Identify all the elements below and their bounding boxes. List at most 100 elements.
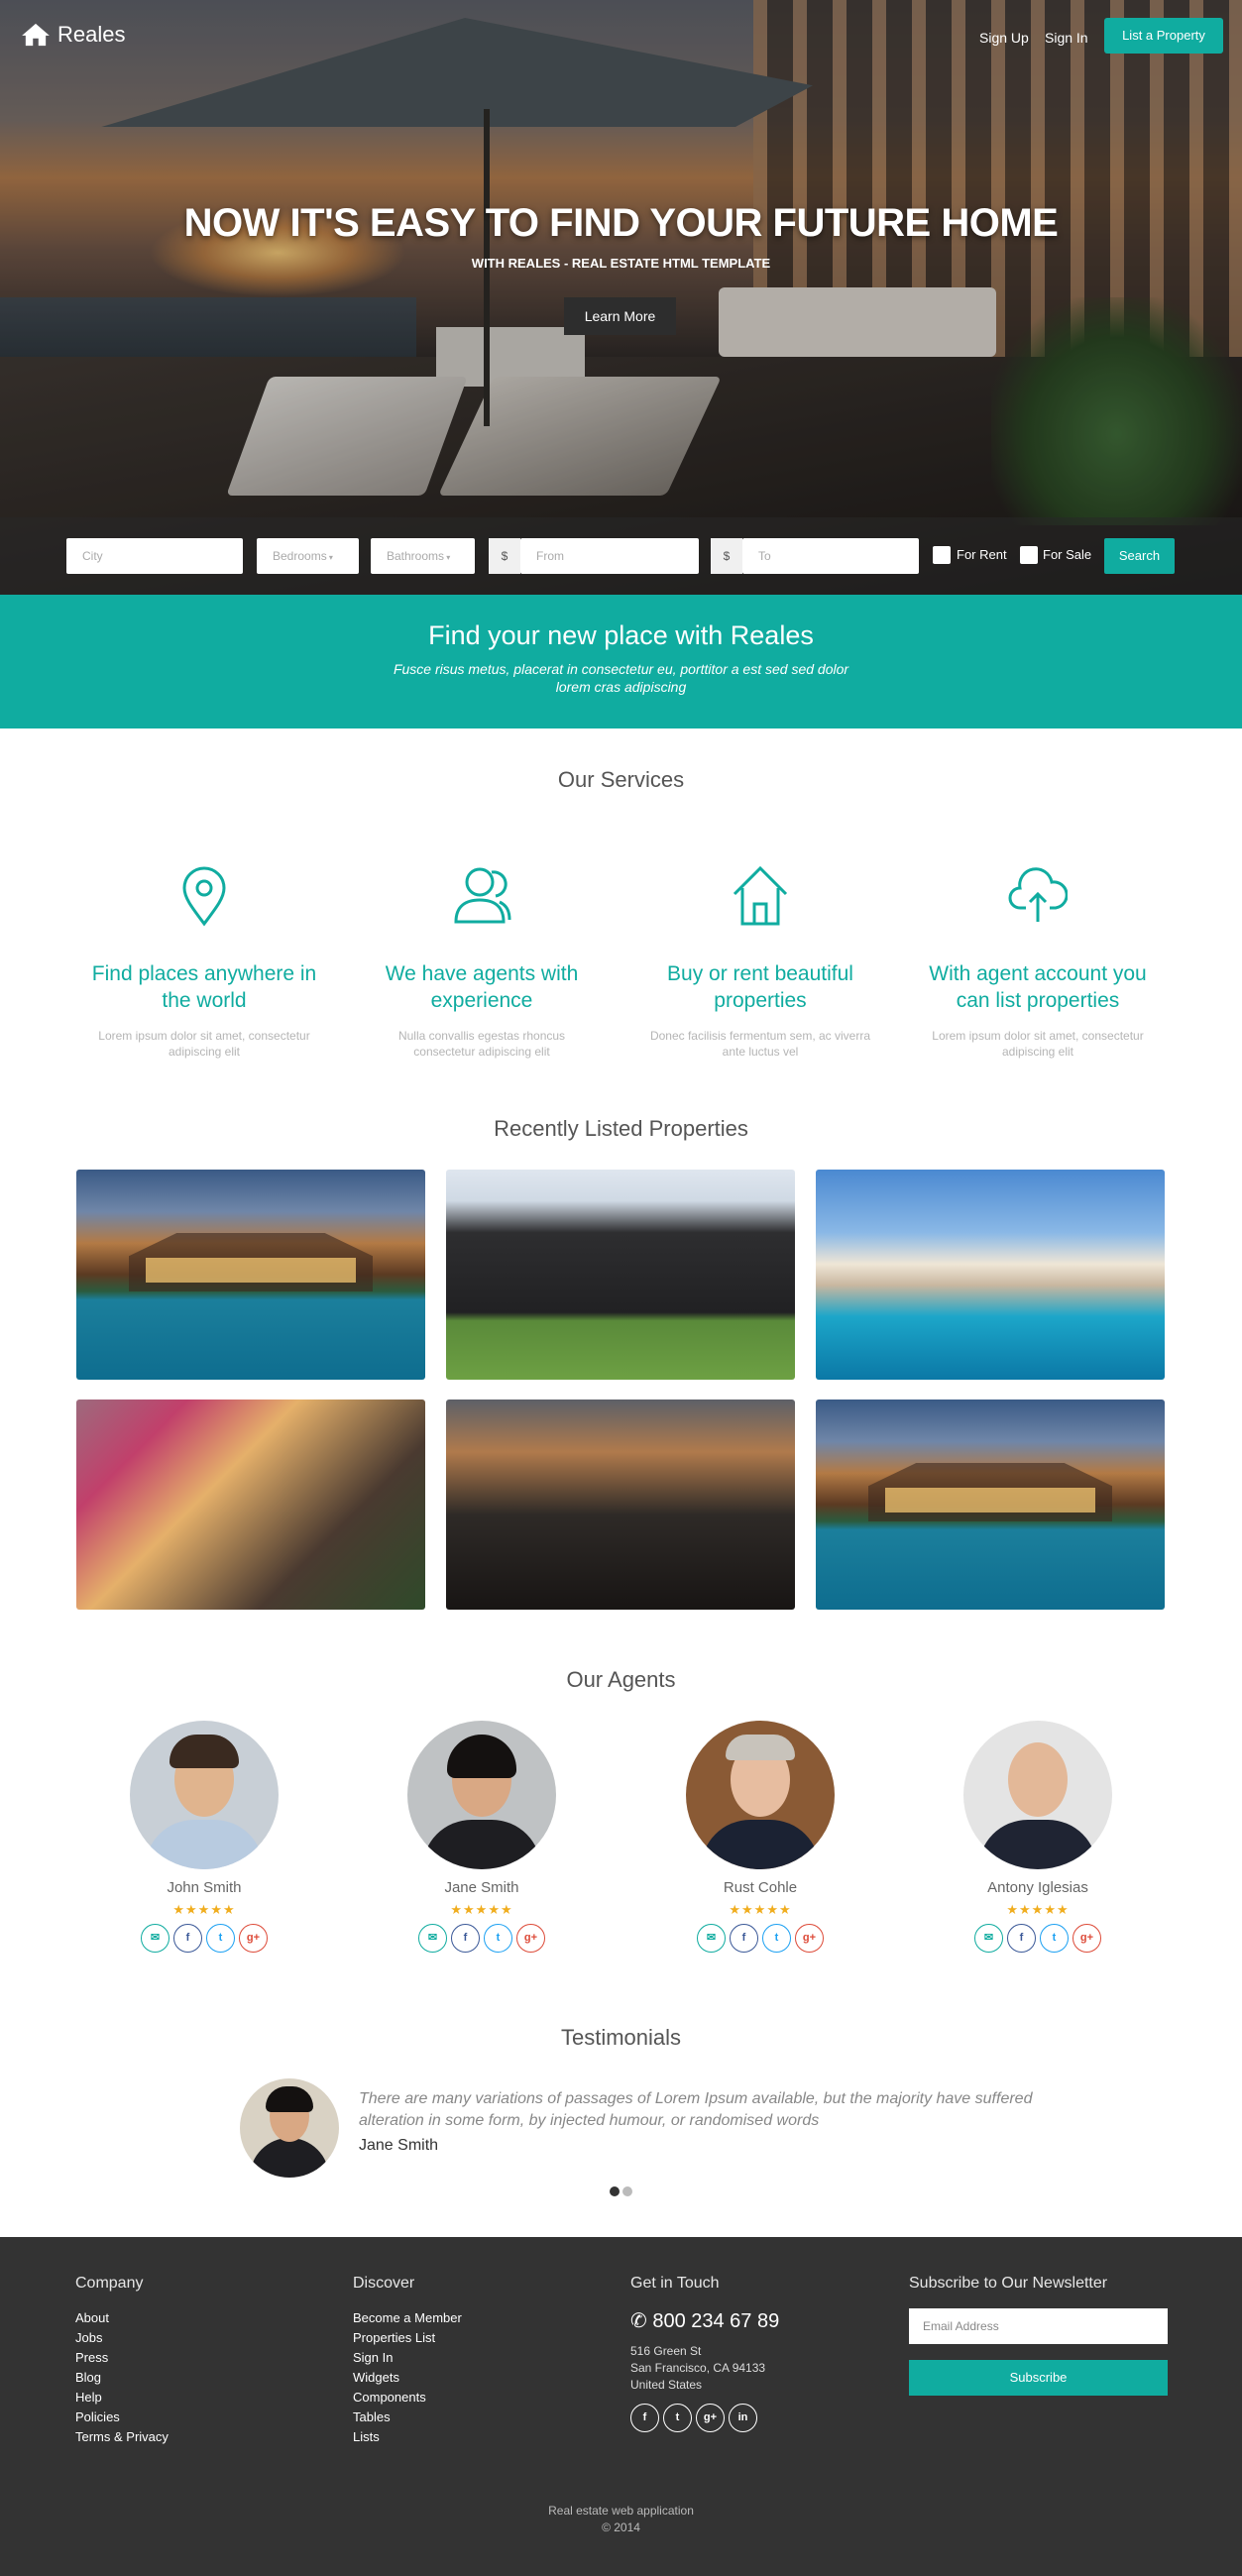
footer-newsletter-column: Subscribe to Our Newsletter Email Addres… — [909, 2275, 1168, 2396]
google-plus-icon[interactable]: g+ — [516, 1924, 545, 1953]
footer-link[interactable]: Policies — [75, 2408, 169, 2427]
footer-link[interactable]: Blog — [75, 2368, 169, 2388]
avatar[interactable] — [686, 1721, 835, 1869]
rating-stars: ★★★★★ — [729, 1902, 792, 1917]
linkedin-icon[interactable]: in — [729, 2404, 757, 2432]
carousel-dot[interactable] — [622, 2186, 632, 2196]
learn-more-button[interactable]: Learn More — [564, 297, 676, 335]
google-plus-icon[interactable]: g+ — [795, 1924, 824, 1953]
testimonial-author: Jane Smith — [359, 2137, 439, 2154]
for-sale-label: For Sale — [1043, 547, 1092, 562]
caret-down-icon: ▾ — [326, 553, 333, 562]
city-input[interactable]: City — [66, 538, 243, 574]
logo-text: Reales — [57, 22, 126, 47]
footer-link[interactable]: Press — [75, 2348, 169, 2368]
email-icon[interactable]: ✉ — [697, 1924, 726, 1953]
service-card: With agent account you can list properti… — [914, 862, 1162, 1060]
footer-link[interactable]: Terms & Privacy — [75, 2427, 169, 2447]
service-card: Buy or rent beautiful properties Donec f… — [636, 862, 884, 1060]
agent-card: Rust Cohle ★★★★★ ✉ f t g+ — [661, 1721, 859, 1953]
properties-title: Recently Listed Properties — [494, 1116, 748, 1141]
google-plus-icon[interactable]: g+ — [239, 1924, 268, 1953]
google-plus-icon[interactable]: g+ — [1073, 1924, 1101, 1953]
footer-heading: Get in Touch — [630, 2275, 720, 2292]
footer-heading: Discover — [353, 2275, 415, 2292]
facebook-icon[interactable]: f — [1007, 1924, 1036, 1953]
property-card[interactable] — [816, 1170, 1165, 1380]
footer-link[interactable]: Become a Member — [353, 2308, 462, 2328]
avatar[interactable] — [407, 1721, 556, 1869]
testimonial-avatar — [240, 2078, 339, 2178]
intro-text: Fusce risus metus, placerat in consectet… — [393, 661, 849, 695]
facebook-icon[interactable]: f — [630, 2404, 659, 2432]
for-rent-label: For Rent — [957, 547, 1007, 562]
google-plus-icon[interactable]: g+ — [696, 2404, 725, 2432]
email-icon[interactable]: ✉ — [974, 1924, 1003, 1953]
twitter-icon[interactable]: t — [762, 1924, 791, 1953]
price-from-input[interactable]: From — [520, 538, 699, 574]
footer-link[interactable]: Properties List — [353, 2328, 462, 2348]
address: 516 Green St San Francisco, CA 94133 Uni… — [630, 2343, 779, 2394]
service-title: Find places anywhere in the world — [91, 962, 317, 1012]
phone-number[interactable]: ✆ 800 234 67 89 — [630, 2308, 779, 2333]
for-sale-checkbox[interactable] — [1020, 546, 1038, 564]
facebook-icon[interactable]: f — [730, 1924, 758, 1953]
address-line: United States — [630, 2378, 703, 2392]
agent-name: Antony Iglesias — [987, 1879, 1088, 1896]
twitter-icon[interactable]: t — [663, 2404, 692, 2432]
service-title: Buy or rent beautiful properties — [667, 962, 853, 1012]
hero-subtitle: WITH REALES - REAL ESTATE HTML TEMPLATE — [471, 256, 771, 271]
newsletter-email-input[interactable]: Email Address — [909, 2308, 1168, 2344]
property-card[interactable] — [816, 1400, 1165, 1610]
site-logo[interactable]: Reales — [20, 22, 125, 48]
footer-link[interactable]: About — [75, 2308, 169, 2328]
avatar[interactable] — [130, 1721, 279, 1869]
footer-link[interactable]: Lists — [353, 2427, 462, 2447]
sign-up-link[interactable]: Sign Up — [979, 30, 1029, 46]
cloud-upload-icon — [1008, 867, 1069, 922]
agent-name: John Smith — [167, 1879, 242, 1896]
for-rent-checkbox[interactable] — [933, 546, 951, 564]
intro-title: Find your new place with Reales — [428, 620, 814, 650]
footer-link[interactable]: Jobs — [75, 2328, 169, 2348]
address-line: San Francisco, CA 94133 — [630, 2361, 766, 2375]
bedrooms-select[interactable]: Bedrooms ▾ — [257, 538, 359, 574]
facebook-icon[interactable]: f — [173, 1924, 202, 1953]
services-title: Our Services — [557, 767, 685, 792]
agent-card: Antony Iglesias ★★★★★ ✉ f t g+ — [939, 1721, 1137, 1953]
property-card[interactable] — [446, 1170, 795, 1380]
footer-link[interactable]: Widgets — [353, 2368, 462, 2388]
service-text: Lorem ipsum dolor sit amet, consectetur … — [932, 1029, 1144, 1059]
property-card[interactable] — [76, 1400, 425, 1610]
search-button[interactable]: Search — [1104, 538, 1175, 574]
copyright-line: © 2014 — [602, 2520, 640, 2534]
footer-heading: Subscribe to Our Newsletter — [909, 2275, 1108, 2292]
facebook-icon[interactable]: f — [451, 1924, 480, 1953]
twitter-icon[interactable]: t — [484, 1924, 512, 1953]
home-icon — [733, 865, 788, 926]
service-text: Donec facilisis fermentum sem, ac viverr… — [649, 1029, 871, 1059]
agents-title: Our Agents — [566, 1667, 676, 1692]
subscribe-button[interactable]: Subscribe — [909, 2360, 1168, 2396]
address-line: 516 Green St — [630, 2344, 702, 2358]
twitter-icon[interactable]: t — [1040, 1924, 1069, 1953]
property-card[interactable] — [76, 1170, 425, 1380]
rating-stars: ★★★★★ — [172, 1902, 236, 1917]
price-to-input[interactable]: To — [742, 538, 919, 574]
email-icon[interactable]: ✉ — [141, 1924, 169, 1953]
service-text: Nulla convallis egestas rhoncus consecte… — [397, 1029, 566, 1059]
from-currency-addon: $ — [489, 538, 520, 574]
list-property-button[interactable]: List a Property — [1104, 18, 1223, 54]
carousel-dot-active[interactable] — [610, 2186, 620, 2196]
twitter-icon[interactable]: t — [206, 1924, 235, 1953]
to-currency-addon: $ — [711, 538, 742, 574]
email-icon[interactable]: ✉ — [418, 1924, 447, 1953]
footer-link[interactable]: Components — [353, 2388, 462, 2408]
bathrooms-select[interactable]: Bathrooms ▾ — [371, 538, 475, 574]
avatar[interactable] — [963, 1721, 1112, 1869]
footer-link[interactable]: Tables — [353, 2408, 462, 2427]
property-card[interactable] — [446, 1400, 795, 1610]
footer-link[interactable]: Help — [75, 2388, 169, 2408]
sign-in-link[interactable]: Sign In — [1045, 30, 1088, 46]
footer-link[interactable]: Sign In — [353, 2348, 462, 2368]
